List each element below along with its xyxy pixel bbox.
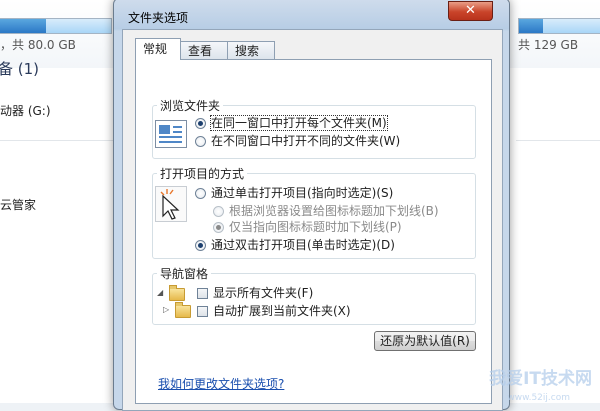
underline-browser-radio[interactable] [213, 206, 224, 217]
double-click-radio[interactable] [195, 240, 206, 251]
tab-search[interactable]: 搜索 [227, 41, 275, 59]
help-link[interactable]: 我如何更改文件夹选项? [158, 375, 284, 392]
dialog-client-area: 常规 查看 搜索 浏览文件夹 在同一窗口中打开每个文件夹(M) 在不同窗口中打开… [122, 29, 503, 411]
drive-usage-bar-right [518, 18, 600, 34]
pointer-click-icon [155, 186, 187, 222]
folder-icon-child [175, 302, 191, 318]
divider-left [0, 140, 114, 141]
app-label[interactable]: 云管家 [0, 196, 36, 213]
folder-options-dialog: 文件夹选项 ✕ 常规 查看 搜索 浏览文件夹 在同一窗口中打开每个文件夹(M) … [113, 0, 510, 411]
open-new-window-option[interactable]: 在不同窗口中打开不同的文件夹(W) [195, 133, 400, 149]
divider-right [516, 140, 600, 141]
auto-expand-checkbox[interactable] [197, 306, 208, 317]
tab-view[interactable]: 查看 [180, 41, 228, 59]
close-button[interactable]: ✕ [448, 1, 493, 21]
show-all-folders-checkbox[interactable] [197, 288, 208, 299]
browse-folders-label: 浏览文件夹 [157, 97, 224, 114]
navigation-pane-label: 导航窗格 [157, 265, 212, 282]
browse-folders-group: 浏览文件夹 在同一窗口中打开每个文件夹(M) 在不同窗口中打开不同的文件夹(W) [152, 97, 476, 159]
tab-general[interactable]: 常规 [135, 38, 181, 60]
watermark-text: 我爱IT技术网 [489, 369, 592, 389]
underline-hover-radio[interactable] [213, 222, 224, 233]
tree-expanded-icon: ◢ [157, 288, 164, 297]
single-click-option[interactable]: 通过单击打开项目(指向时选定)(S) [195, 185, 393, 201]
dialog-titlebar[interactable]: 文件夹选项 ✕ [114, 0, 509, 29]
navigation-pane-group: 导航窗格 ◢ ▷ 显示所有文件夹(F) 自动扩展到当前文件夹(X) [152, 265, 476, 325]
dialog-title: 文件夹选项 [128, 11, 189, 25]
drive-usage-bar-left [0, 18, 112, 34]
auto-expand-option[interactable]: 自动扩展到当前文件夹(X) [197, 303, 351, 319]
left-capacity-text: ，共 80.0 GB [0, 38, 76, 52]
single-click-radio[interactable] [195, 188, 206, 199]
open-same-window-option[interactable]: 在同一窗口中打开每个文件夹(M) [195, 115, 388, 131]
close-icon: ✕ [465, 3, 476, 18]
open-items-label: 打开项目的方式 [157, 165, 248, 182]
underline-browser-option[interactable]: 根据浏览器设置给图标标题加下划线(B) [213, 203, 439, 219]
devices-section-heading: 备 (1) [0, 60, 40, 78]
general-tab-panel: 浏览文件夹 在同一窗口中打开每个文件夹(M) 在不同窗口中打开不同的文件夹(W)… [135, 59, 492, 404]
open-new-window-radio[interactable] [195, 136, 206, 147]
restore-defaults-button[interactable]: 还原为默认值(R) [374, 331, 476, 351]
tree-collapsed-icon: ▷ [163, 305, 170, 314]
open-items-group: 打开项目的方式 通过单击打开项目(指向时选定)(S) 根据浏览器设置给图标标题加… [152, 165, 476, 259]
watermark-url: www.52ij.com [507, 393, 570, 403]
underline-hover-option[interactable]: 仅当指向图标标题时加下划线(P) [213, 219, 402, 235]
drive-g-label[interactable]: 动器 (G:) [0, 102, 51, 119]
right-capacity-text: 共 129 GB [518, 38, 579, 52]
window-preview-icon [155, 120, 187, 148]
double-click-option[interactable]: 通过双击打开项目(单击时选定)(D) [195, 237, 395, 253]
folder-icon [169, 285, 185, 301]
show-all-folders-option[interactable]: 显示所有文件夹(F) [197, 285, 313, 301]
open-same-window-radio[interactable] [195, 118, 206, 129]
